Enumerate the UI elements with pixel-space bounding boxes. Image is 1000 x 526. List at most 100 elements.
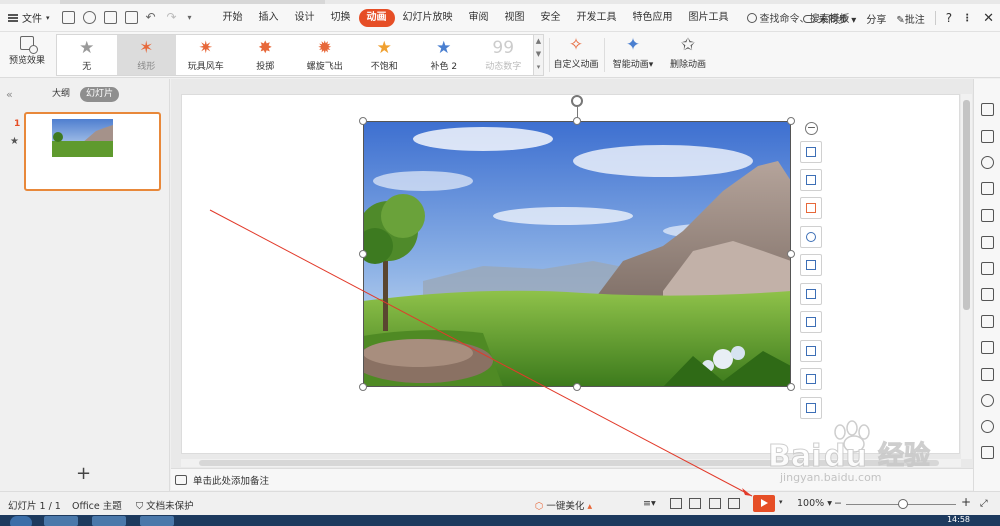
tab-6[interactable]: 审阅 — [461, 9, 497, 27]
format-painter-icon[interactable] — [82, 11, 96, 24]
sidebar-audio-icon[interactable] — [981, 394, 994, 407]
rotate-handle[interactable] — [571, 95, 583, 107]
tab-outline[interactable]: 大纲 — [46, 87, 76, 102]
sidebar-fill-icon[interactable] — [981, 182, 994, 195]
tab-3[interactable]: 切换 — [323, 9, 359, 27]
help-button[interactable]: ? — [946, 11, 952, 25]
notes-view-icon[interactable]: ≡▾ — [643, 498, 656, 509]
animation-item-5[interactable]: ★ 不饱和 — [355, 35, 415, 75]
presenter-view-icon[interactable] — [728, 498, 740, 509]
resize-handle-sw[interactable] — [359, 383, 367, 391]
tab-7[interactable]: 视图 — [497, 9, 533, 27]
animation-item-7[interactable]: 99 动态数字 — [474, 35, 534, 75]
collapse-toolbar-icon[interactable]: − — [805, 122, 818, 135]
vertical-scroll-thumb[interactable] — [963, 100, 970, 310]
delete-animation-button[interactable]: ✩ 删除动画 — [666, 35, 710, 75]
collapse-panel-icon[interactable]: « — [6, 88, 13, 101]
animation-item-4[interactable]: ✹ 螺旋飞出 — [295, 35, 355, 75]
preview-effect-button[interactable]: 预览效果 — [6, 36, 48, 74]
sidebar-help-icon[interactable] — [981, 420, 994, 433]
sidebar-grid-icon[interactable] — [981, 209, 994, 222]
zoom-level[interactable]: 100% ▾ — [797, 498, 832, 509]
play-slideshow-button[interactable] — [753, 495, 775, 512]
close-icon[interactable]: ✕ — [983, 11, 994, 26]
slide-thumbnail[interactable] — [24, 112, 161, 191]
tab-slides[interactable]: 幻灯片 — [80, 87, 120, 102]
file-menu[interactable]: 文件 ▾ — [0, 8, 58, 28]
resize-handle-nw[interactable] — [359, 117, 367, 125]
sidebar-new-icon[interactable] — [981, 103, 994, 116]
resize-handle-ne[interactable] — [787, 117, 795, 125]
sidebar-shapes-icon[interactable] — [981, 130, 994, 143]
animation-item-6[interactable]: ★ 补色 2 — [414, 35, 474, 75]
crop-icon[interactable] — [800, 141, 822, 163]
gallery-scroll[interactable]: ▲ ▼ ▾ — [534, 34, 544, 76]
protection-status[interactable]: ⛉ 文档未保护 — [136, 498, 194, 512]
start-button[interactable] — [10, 516, 32, 526]
add-slide-button[interactable]: + — [76, 465, 91, 483]
landscape-picture[interactable] — [363, 121, 791, 387]
picture-to-text-icon[interactable] — [800, 197, 822, 219]
sidebar-picture-icon[interactable] — [981, 288, 994, 301]
tab-11[interactable]: 图片工具 — [681, 9, 737, 27]
theme-name[interactable]: Office 主题 — [72, 498, 122, 512]
beautify-button[interactable]: ⬡ 一键美化 ▴ — [535, 498, 592, 512]
animation-item-3[interactable]: ✸ 投掷 — [236, 35, 296, 75]
sidebar-share-icon[interactable] — [981, 315, 994, 328]
sidebar-animation-icon[interactable] — [981, 341, 994, 354]
redo-icon[interactable]: ↷ — [167, 11, 180, 24]
horizontal-scrollbar[interactable] — [181, 459, 961, 467]
smart-animation-button[interactable]: ✦ 智能动画▾ — [610, 35, 656, 75]
resize-handle-e[interactable] — [787, 250, 795, 258]
undo-icon[interactable]: ↶ — [146, 11, 159, 24]
animation-item-2[interactable]: ✷ 玩具风车 — [176, 35, 236, 75]
reading-view-icon[interactable] — [709, 498, 721, 509]
taskbar-app-folder[interactable] — [92, 516, 126, 526]
taskbar-app-browser[interactable] — [44, 516, 78, 526]
custom-animation-button[interactable]: ✧ 自定义动画 — [552, 35, 600, 75]
horizontal-scroll-thumb[interactable] — [199, 460, 939, 466]
tab-1[interactable]: 插入 — [251, 9, 287, 27]
insert-picture-icon[interactable] — [800, 340, 822, 362]
vertical-scrollbar[interactable] — [961, 94, 972, 459]
replace-picture-icon[interactable] — [800, 283, 822, 305]
tab-0[interactable]: 开始 — [215, 9, 251, 27]
sidebar-object-icon[interactable] — [981, 156, 994, 169]
notes-pane[interactable]: 单击此处添加备注 — [171, 468, 973, 490]
fit-window-icon[interactable]: ⤢ — [980, 498, 988, 509]
tab-8[interactable]: 安全 — [533, 9, 569, 27]
taskbar-app-wps[interactable] — [140, 516, 174, 526]
sidebar-transition-icon[interactable] — [981, 368, 994, 381]
sidebar-property-icon[interactable] — [981, 262, 994, 275]
tab-2[interactable]: 设计 — [287, 9, 323, 27]
print-preview-icon[interactable] — [124, 11, 138, 24]
picture-border-icon[interactable] — [800, 397, 822, 419]
animation-item-1[interactable]: ✶ 线形 — [116, 35, 176, 75]
tab-10[interactable]: 特色应用 — [625, 9, 681, 27]
sync-status[interactable]: 未同步 ▾ — [802, 11, 856, 26]
zoom-out-button[interactable]: − — [834, 498, 842, 509]
resize-handle-w[interactable] — [359, 250, 367, 258]
customize-chevron-icon[interactable]: ▾ — [188, 11, 201, 24]
tab-4[interactable]: 动画 — [358, 8, 395, 27]
zoom-in-button[interactable]: + — [961, 495, 971, 509]
comment-button[interactable]: ✎批注 — [896, 11, 924, 26]
zoom-slider-knob[interactable] — [898, 499, 908, 509]
resize-handle-s[interactable] — [573, 383, 581, 391]
print-icon[interactable] — [103, 11, 117, 24]
tab-9[interactable]: 开发工具 — [569, 9, 625, 27]
sidebar-chart-icon[interactable] — [981, 236, 994, 249]
copy-picture-icon[interactable] — [800, 311, 822, 333]
animation-item-0[interactable]: ★ 无 — [57, 35, 117, 75]
play-options-chevron-icon[interactable]: ▾ — [779, 498, 783, 506]
picture-effects-icon[interactable] — [800, 368, 822, 390]
more-options-icon[interactable]: ⋮ — [962, 13, 973, 24]
save-icon[interactable] — [61, 11, 75, 24]
tab-5[interactable]: 幻灯片放映 — [395, 9, 461, 27]
normal-view-icon[interactable] — [670, 498, 682, 509]
sidebar-settings-icon[interactable] — [981, 446, 994, 459]
resize-handle-se[interactable] — [787, 383, 795, 391]
share-button[interactable]: 分享 — [866, 11, 886, 26]
resize-handle-n[interactable] — [573, 117, 581, 125]
zoom-picture-icon[interactable] — [800, 226, 822, 248]
